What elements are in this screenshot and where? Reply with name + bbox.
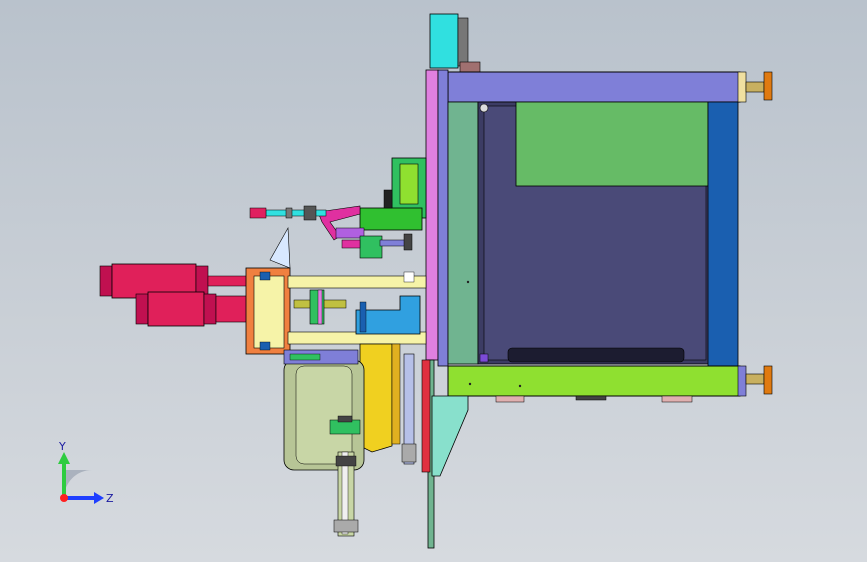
leveling-feet	[745, 71, 773, 395]
cad-viewport[interactable]: Y Z	[0, 0, 867, 562]
coordinate-triad[interactable]: Y Z	[58, 440, 114, 505]
base-tabs	[495, 395, 693, 403]
triad-y-label: Y	[58, 440, 66, 453]
triangle-bracket	[269, 226, 291, 269]
upper-mechanism	[249, 157, 427, 259]
triad-z-arrow-icon	[94, 492, 104, 504]
vertical-probe	[333, 451, 359, 537]
triad-origin-icon	[60, 494, 68, 502]
triad-y-arrow-icon	[58, 452, 70, 464]
top-cyan-block	[429, 13, 481, 73]
pneumatic-cylinders	[99, 263, 251, 327]
triad-z-label: Z	[106, 492, 114, 505]
yellow-arm	[359, 343, 417, 465]
main-frame	[425, 69, 747, 397]
